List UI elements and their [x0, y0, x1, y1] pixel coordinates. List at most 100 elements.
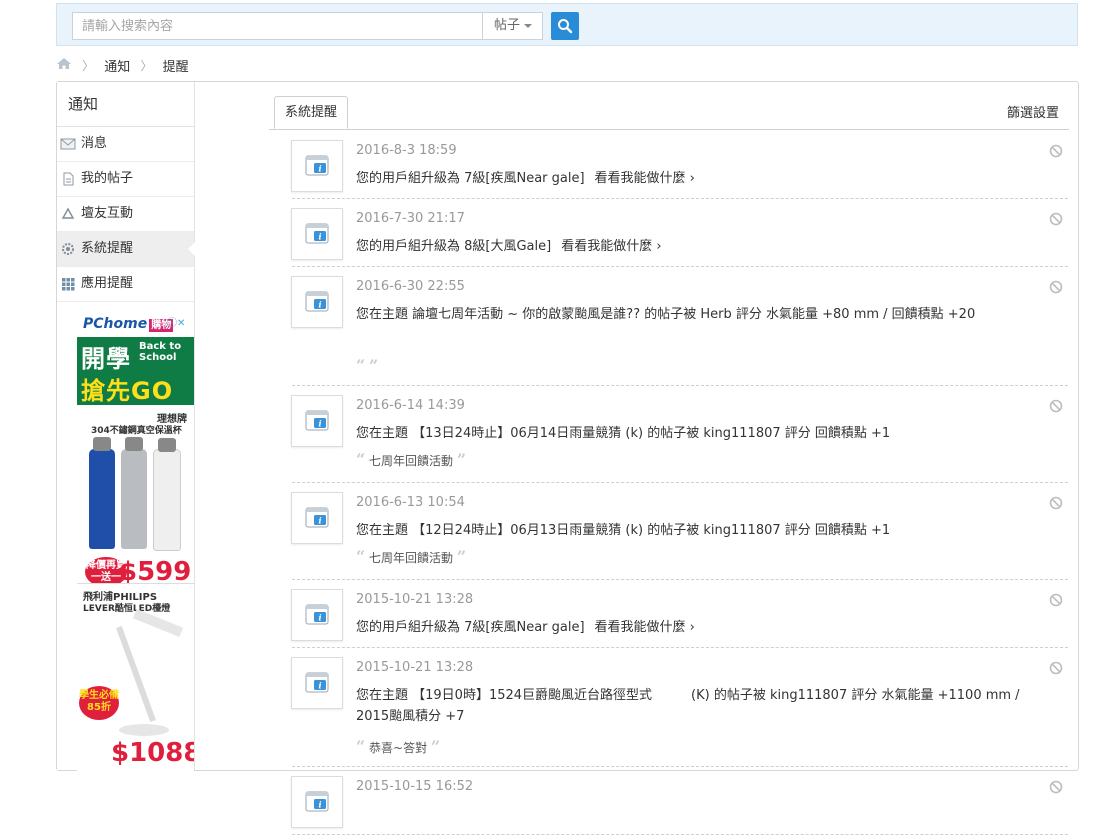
- search-icon: [558, 19, 573, 34]
- ad-hero-slogan: 搶先GO: [81, 377, 174, 405]
- notice-item: i 2016-7-30 21:17 您的用戶組升級為 8級[大風Gale] 看看我能做…: [291, 198, 1068, 267]
- notice-text: 您在主題 論壇七周年活動 ~ 你的啟蒙颱風是誰?? 的帖子被 Herb 評分 水…: [356, 304, 1056, 325]
- ignore-icon[interactable]: [1049, 660, 1063, 679]
- search-type-label: 帖子: [494, 18, 521, 33]
- quote-text: 七周年回饋活動: [369, 551, 454, 565]
- quote-open-icon: “: [356, 737, 366, 756]
- notice-time: 2016-8-3 18:59: [356, 143, 457, 158]
- sidebar-item-label: 我的帖子: [81, 171, 134, 186]
- notice-text: 您的用戶組升級為 7級[疾風Near gale] 看看我能做什麼 ›: [356, 617, 1056, 638]
- bottle-white-image: [153, 438, 181, 551]
- notice-message: 您在主題 【13日24時止】06月14日雨量競猜 (k) 的帖子被 king11…: [356, 426, 891, 441]
- svg-text:i: i: [318, 300, 321, 310]
- system-notice-icon: i: [291, 140, 343, 192]
- sidebar-item-label: 消息: [81, 136, 108, 151]
- system-notice-icon: i: [291, 776, 343, 828]
- search-button[interactable]: [551, 12, 579, 40]
- notice-time: 2015-10-15 16:52: [356, 779, 474, 794]
- notice-message: 您在主題 【12日24時止】06月13日雨量競猜 (k) 的帖子被 king11…: [356, 523, 891, 538]
- lamp-image: [116, 625, 156, 723]
- ignore-icon[interactable]: [1049, 279, 1063, 298]
- lamp-base-image: [119, 724, 169, 736]
- recycle-icon: [61, 207, 75, 219]
- ignore-icon[interactable]: [1049, 211, 1063, 230]
- search-input[interactable]: [72, 12, 482, 40]
- sidebar-title: 通知: [57, 82, 194, 127]
- quote-close-icon: ”: [456, 547, 467, 566]
- tab-system-reminders[interactable]: 系統提醒: [274, 96, 348, 129]
- notice-item: i 2015-10-21 13:28 您在主題 【19日0時】1524巨爵颱風近台路…: [291, 647, 1068, 767]
- ad-hero-subtitle: Back to School: [139, 341, 182, 363]
- notice-text: 您的用戶組升級為 7級[疾風Near gale] 看看我能做什麼 ›: [356, 168, 1056, 189]
- svg-text:i: i: [318, 681, 321, 691]
- sidebar-item-app-reminders[interactable]: 應用提醒: [57, 267, 194, 302]
- quote-open-icon: “: [356, 547, 366, 566]
- sidebar-item-label: 系統提醒: [81, 241, 134, 256]
- search-bar: 帖子: [56, 3, 1078, 46]
- see-what-i-can-do-link[interactable]: 看看我能做什麼 ›: [595, 620, 695, 635]
- svg-text:i: i: [318, 232, 321, 242]
- ignore-icon[interactable]: [1049, 592, 1063, 611]
- notice-message: 您在主題 【19日0時】1524巨爵颱風近台路徑型式 (K) 的帖子被 king…: [356, 688, 1020, 724]
- ignore-icon[interactable]: [1049, 398, 1063, 417]
- quote-close-icon: ”: [456, 450, 467, 469]
- ad-product-desc: LEVER酷恒LED檯燈: [83, 604, 171, 614]
- home-icon[interactable]: [56, 57, 72, 74]
- quote-close-icon: ”: [430, 737, 441, 756]
- grid-icon: [62, 278, 75, 291]
- notice-quote: “ 恭喜~答對 ”: [356, 737, 440, 756]
- notice-text: 您在主題 【19日0時】1524巨爵颱風近台路徑型式 (K) 的帖子被 king…: [356, 685, 1056, 727]
- notice-text: 您在主題 【12日24時止】06月13日雨量競猜 (k) 的帖子被 king11…: [356, 520, 1056, 541]
- notice-text: 您的用戶組升級為 8級[大風Gale] 看看我能做什麼 ›: [356, 236, 1056, 257]
- breadcrumb-reminders[interactable]: 提醒: [163, 56, 189, 75]
- breadcrumb-separator: 〉: [140, 59, 153, 73]
- filter-settings-link[interactable]: 篩選設置: [1007, 102, 1059, 121]
- quote-text: 七周年回饋活動: [369, 454, 454, 468]
- ad-info-icon[interactable]: ⓘ✕: [167, 314, 185, 329]
- search-type-dropdown[interactable]: 帖子: [482, 12, 543, 40]
- notice-text: 您在主題 【13日24時止】06月14日雨量競猜 (k) 的帖子被 king11…: [356, 423, 1056, 444]
- sidebar-item-label: 壇友互動: [81, 206, 134, 221]
- quote-open-icon: “: [356, 356, 366, 375]
- quote-text: 恭喜~答對: [369, 741, 428, 755]
- ignore-icon[interactable]: [1049, 143, 1063, 162]
- sidebar: 通知 消息 我的帖子 壇友互動 系統提醒 應用提醒 PChome 購物 ⓘ✕ 開…: [57, 82, 195, 771]
- breadcrumb-separator: 〉: [82, 59, 95, 73]
- sidebar-item-system-reminders[interactable]: 系統提醒: [57, 232, 195, 267]
- notice-item: i 2016-6-13 10:54 您在主題 【12日24時止】06月13日雨量競猜…: [291, 482, 1068, 580]
- sidebar-item-messages[interactable]: 消息: [57, 127, 194, 162]
- ad-product-lamp: 飛利浦PHILIPS LEVER酷恒LED檯燈 學生必備85折 $1088: [77, 583, 194, 771]
- ad-hero-banner: 開學 Back to School 搶先GO: [77, 337, 194, 405]
- notice-time: 2016-6-30 22:55: [356, 279, 465, 294]
- sidebar-item-label: 應用提醒: [81, 276, 134, 291]
- sidebar-item-my-posts[interactable]: 我的帖子: [57, 162, 194, 197]
- notice-item: i 2016-6-30 22:55 您在主題 論壇七周年活動 ~ 你的啟蒙颱風是誰?…: [291, 266, 1068, 386]
- svg-text:i: i: [318, 613, 321, 623]
- ad-hero-title: 開學: [81, 345, 131, 373]
- quote-open-icon: “: [356, 450, 366, 469]
- bottle-silver-image: [121, 437, 147, 549]
- system-notice-icon: i: [291, 395, 343, 447]
- notice-time: 2016-6-14 14:39: [356, 398, 465, 413]
- ignore-icon[interactable]: [1049, 495, 1063, 514]
- ignore-icon[interactable]: [1049, 779, 1063, 798]
- chevron-down-icon: [524, 23, 533, 28]
- svg-text:i: i: [318, 164, 321, 174]
- notice-time: 2015-10-21 13:28: [356, 592, 474, 607]
- sidebar-item-interactions[interactable]: 壇友互動: [57, 197, 194, 232]
- system-notice-icon: i: [291, 492, 343, 544]
- ad-price: $1088: [111, 738, 194, 768]
- ad-header: PChome 購物 ⓘ✕: [67, 311, 194, 337]
- see-what-i-can-do-link[interactable]: 看看我能做什麼 ›: [561, 239, 661, 254]
- main-panel: 通知 消息 我的帖子 壇友互動 系統提醒 應用提醒 PChome 購物 ⓘ✕ 開…: [56, 81, 1079, 835]
- advertisement[interactable]: PChome 購物 ⓘ✕ 開學 Back to School 搶先GO 理想牌 3…: [67, 311, 194, 771]
- breadcrumb-notifications[interactable]: 通知: [104, 56, 130, 75]
- notice-quote: “ ”: [356, 356, 378, 375]
- content-area: 系統提醒 篩選設置 i 2016-8-3 18:59 您的用戶組升級為 7級[疾風N…: [195, 82, 1078, 835]
- envelope-icon: [60, 138, 76, 150]
- bottle-blue-image: [89, 437, 115, 549]
- see-what-i-can-do-link[interactable]: 看看我能做什麼 ›: [595, 171, 695, 186]
- notice-time: 2016-7-30 21:17: [356, 211, 465, 226]
- notice-message: 您的用戶組升級為 7級[疾風Near gale]: [356, 620, 585, 635]
- ad-promo-tag: 學生必備85折: [79, 686, 119, 720]
